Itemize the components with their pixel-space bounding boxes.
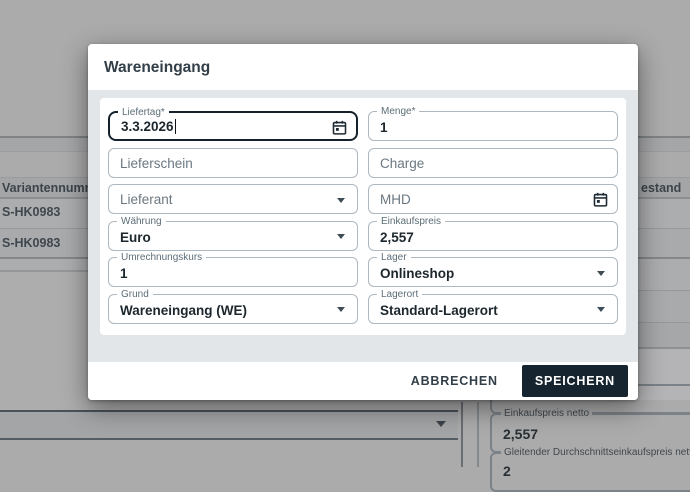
field-value: 2,557 <box>503 426 538 442</box>
waehrung-field[interactable]: WährungEuro <box>108 221 358 251</box>
field-label: Grund <box>117 289 153 300</box>
field-label: Liefertag* <box>118 107 169 118</box>
calendar-icon[interactable] <box>331 119 348 136</box>
chevron-down-icon <box>597 271 605 276</box>
wareneingang-dialog: Wareneingang Liefertag*3.3.2026Menge*1Li… <box>88 44 638 400</box>
field-label: Währung <box>117 216 166 227</box>
field-placeholder: MHD <box>380 192 411 207</box>
field-value: 3.3.2026 <box>121 119 176 134</box>
field-placeholder: Charge <box>380 156 424 171</box>
lieferschein-field[interactable]: Lieferschein <box>108 148 358 178</box>
calendar-icon[interactable] <box>592 191 609 208</box>
chevron-down-icon <box>337 307 345 312</box>
field-label: Menge* <box>377 106 419 117</box>
field-value: 1 <box>380 120 388 135</box>
dialog-title: Wareneingang <box>88 44 638 90</box>
einkaufspreis-field[interactable]: Einkaufspreis2,557 <box>368 221 618 251</box>
text-cursor <box>175 119 177 134</box>
form-card: Liefertag*3.3.2026Menge*1LieferscheinCha… <box>100 98 626 335</box>
dialog-footer: ABBRECHEN SPEICHERN <box>88 362 638 400</box>
bg-panel-divider <box>477 402 479 467</box>
field-label: Gleitender Durchschnittseinkaufspreis ne… <box>501 447 690 458</box>
chevron-down-icon <box>337 234 345 239</box>
bg-field-gleitender-ek-netto[interactable]: Gleitender Durchschnittseinkaufspreis ne… <box>490 452 690 492</box>
field-placeholder: Lieferant <box>120 192 173 207</box>
chevron-down-icon <box>436 421 446 427</box>
chevron-down-icon <box>337 198 345 203</box>
field-placeholder: Lieferschein <box>120 156 193 171</box>
field-label: Einkaufspreis netto <box>501 408 592 419</box>
dialog-body: Liefertag*3.3.2026Menge*1LieferscheinCha… <box>88 90 638 362</box>
table-row[interactable]: S-HK0983 <box>2 236 60 250</box>
lieferant-field[interactable]: Lieferant <box>108 184 358 214</box>
field-value: 2,557 <box>380 230 414 245</box>
umrechnungskurs-field[interactable]: Umrechnungskurs1 <box>108 257 358 287</box>
grund-field[interactable]: GrundWareneingang (WE) <box>108 294 358 324</box>
bg-panel-divider <box>461 402 463 467</box>
bg-column-header-bestand: estand <box>641 181 681 195</box>
chevron-down-icon <box>597 307 605 312</box>
bg-variant-select[interactable] <box>0 410 458 440</box>
field-value: 2 <box>503 463 511 479</box>
cancel-button[interactable]: ABBRECHEN <box>407 366 502 396</box>
table-row[interactable]: S-HK0983 <box>2 205 60 219</box>
field-value: Standard-Lagerort <box>380 303 498 318</box>
lagerort-field[interactable]: LagerortStandard-Lagerort <box>368 294 618 324</box>
save-button[interactable]: SPEICHERN <box>522 365 628 397</box>
field-label: Einkaufspreis <box>377 216 445 227</box>
field-value: Wareneingang (WE) <box>120 303 247 318</box>
field-value: Euro <box>120 230 151 245</box>
field-value: 1 <box>120 266 128 281</box>
field-label: Lagerort <box>377 289 422 300</box>
field-label: Umrechnungskurs <box>117 252 206 263</box>
field-label: Lager <box>377 252 411 263</box>
mhd-field[interactable]: MHD <box>368 184 618 214</box>
charge-field[interactable]: Charge <box>368 148 618 178</box>
liefertag-field[interactable]: Liefertag*3.3.2026 <box>108 111 358 141</box>
field-value: Onlineshop <box>380 266 454 281</box>
menge-field[interactable]: Menge*1 <box>368 111 618 141</box>
lager-field[interactable]: LagerOnlineshop <box>368 257 618 287</box>
